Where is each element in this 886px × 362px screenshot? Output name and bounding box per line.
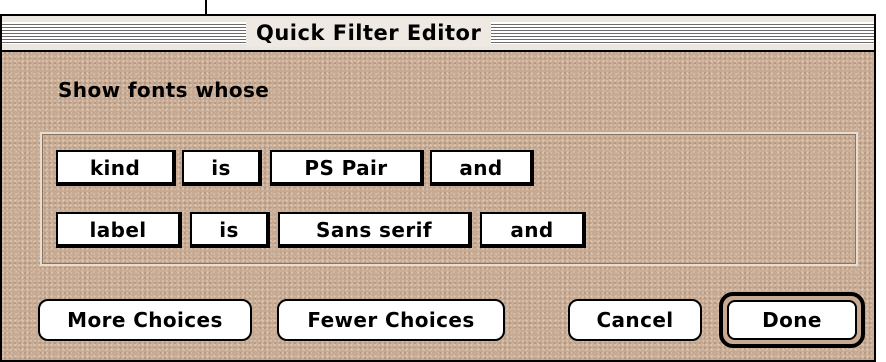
criterion-1-field-popup[interactable]: kind	[56, 150, 176, 186]
title-bar[interactable]: Quick Filter Editor	[2, 16, 874, 52]
criterion-1-value-popup[interactable]: PS Pair	[270, 150, 424, 186]
done-button[interactable]: Done	[727, 300, 857, 340]
more-choices-button[interactable]: More Choices	[38, 299, 252, 341]
cancel-button[interactable]: Cancel	[568, 299, 702, 341]
dialog-window: Quick Filter Editor Show fonts whose kin…	[0, 14, 876, 362]
fewer-choices-button[interactable]: Fewer Choices	[277, 299, 505, 341]
criterion-1-conjunction-popup[interactable]: and	[430, 150, 534, 186]
window-title: Quick Filter Editor	[246, 19, 492, 47]
criterion-2-operator-popup[interactable]: is	[190, 212, 270, 248]
filter-prompt-label: Show fonts whose	[58, 78, 270, 102]
criterion-2-conjunction-popup[interactable]: and	[480, 212, 586, 248]
stray-tick-mark	[205, 0, 207, 14]
criterion-1-operator-popup[interactable]: is	[182, 150, 262, 186]
criterion-2-field-popup[interactable]: label	[56, 212, 182, 248]
done-button-default-ring[interactable]: Done	[719, 292, 865, 348]
criterion-2-value-popup[interactable]: Sans serif	[278, 212, 472, 248]
